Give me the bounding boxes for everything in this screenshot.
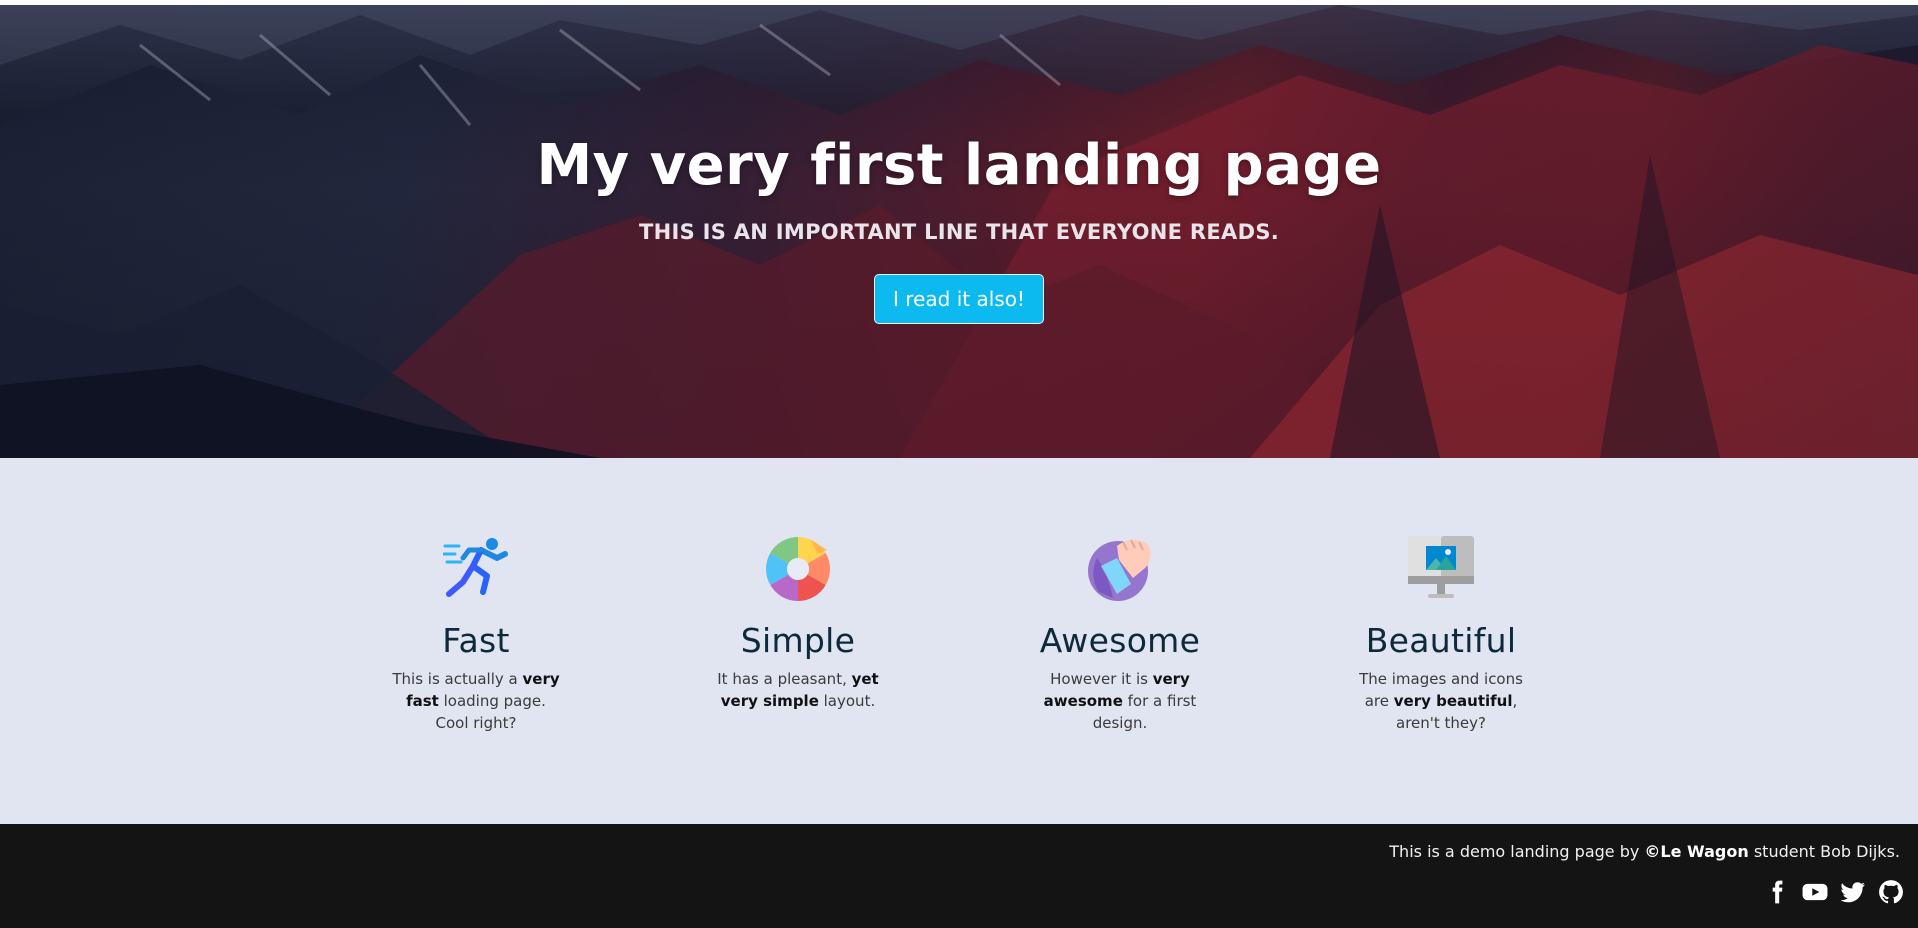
hero-subtitle: THIS IS AN IMPORTANT LINE THAT EVERYONE … [638, 220, 1280, 244]
youtube-icon [1802, 883, 1828, 901]
feature-fast: Fast This is actually a very fast loadin… [376, 458, 576, 734]
feature-awesome: Awesome However it is very awesome for a… [1020, 458, 1220, 734]
monitor-icon [1408, 536, 1474, 598]
feature-title: Fast [442, 621, 510, 660]
facebook-icon [1772, 880, 1783, 904]
feature-title: Simple [740, 621, 856, 660]
youtube-link[interactable] [1802, 879, 1828, 905]
facebook-link[interactable] [1764, 879, 1790, 905]
hero-title: My very first landing page [536, 133, 1382, 198]
feature-description: However it is very awesome for a first d… [1043, 670, 1197, 732]
feature-beautiful: Beautiful The images and icons are very … [1341, 458, 1541, 734]
twitter-icon [1840, 882, 1865, 903]
color-wheel-icon [766, 537, 830, 601]
feature-description: This is actually a very fast loading pag… [392, 670, 560, 732]
footer: This is a demo landing page by ©Le Wagon… [0, 824, 1918, 928]
feature-description: The images and icons are very beautiful,… [1359, 670, 1523, 732]
fist-icon [1088, 539, 1151, 601]
twitter-link[interactable] [1840, 879, 1866, 905]
footer-credit-text: This is a demo landing page by ©Le Wagon… [1389, 842, 1900, 861]
feature-description: It has a pleasant, yet very simple layou… [717, 670, 879, 710]
github-icon [1879, 880, 1903, 904]
features-section: Fast This is actually a very fast loadin… [0, 458, 1918, 824]
hero-content: My very first landing page THIS IS AN IM… [0, 5, 1918, 458]
github-link[interactable] [1878, 879, 1904, 905]
le-wagon-link[interactable]: ©Le Wagon [1644, 842, 1748, 861]
feature-title: Awesome [1039, 621, 1201, 660]
read-it-also-button[interactable]: I read it also! [874, 274, 1044, 324]
hero-banner: My very first landing page THIS IS AN IM… [0, 5, 1918, 458]
feature-title: Beautiful [1365, 621, 1517, 660]
feature-simple: Simple It has a pleasant, yet very simpl… [698, 458, 898, 712]
social-links [1764, 879, 1904, 905]
runner-icon [443, 538, 508, 597]
